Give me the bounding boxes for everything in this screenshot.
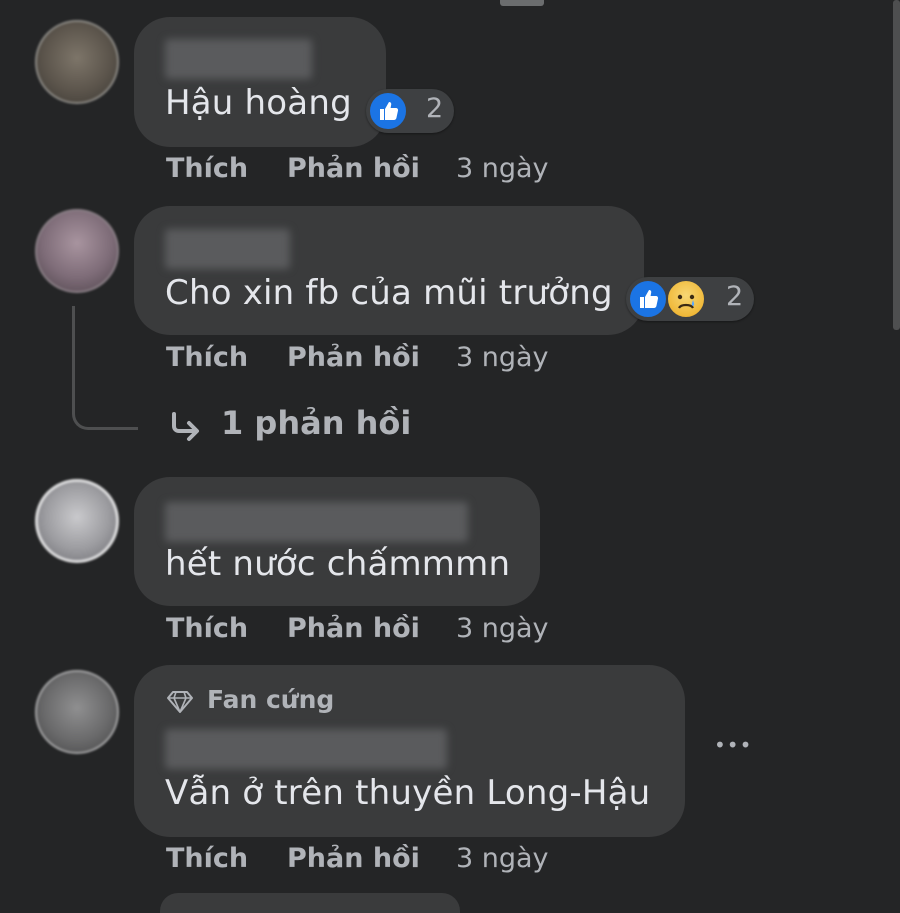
sad-icon: [666, 279, 706, 319]
thread-connector: [72, 306, 138, 430]
avatar[interactable]: [35, 20, 119, 104]
reaction-summary[interactable]: 2: [366, 89, 454, 133]
author-name-blurred[interactable]: [165, 39, 312, 79]
avatar[interactable]: [35, 670, 119, 754]
comment-bubble: hết nước chấmmmn: [134, 477, 540, 606]
timestamp[interactable]: 3 ngày: [456, 153, 549, 184]
comment-bubble: Fan cứng Vẫn ở trên thuyền Long-Hậu: [134, 665, 685, 837]
reply-button[interactable]: Phản hồi: [287, 843, 420, 874]
timestamp[interactable]: 3 ngày: [456, 613, 549, 644]
like-button[interactable]: Thích: [166, 153, 248, 184]
comment-text: hết nước chấmmmn: [165, 544, 511, 584]
replies-count-label: 1 phản hồi: [221, 404, 412, 442]
author-name-blurred[interactable]: [165, 229, 290, 269]
timestamp[interactable]: 3 ngày: [456, 843, 549, 874]
avatar[interactable]: [35, 209, 119, 293]
fan-badge-label[interactable]: Fan cứng: [207, 685, 334, 714]
comment-bubble: Hậu hoàng: [134, 17, 386, 147]
comment-bubble: Cho xin fb của mũi trưởng: [134, 206, 644, 335]
comment-text: Cho xin fb của mũi trưởng: [165, 273, 613, 313]
reaction-summary[interactable]: 2: [626, 277, 754, 321]
like-icon: [628, 279, 668, 319]
like-button[interactable]: Thích: [166, 843, 248, 874]
author-name-blurred[interactable]: [165, 729, 447, 769]
reply-button[interactable]: Phản hồi: [287, 613, 420, 644]
timestamp[interactable]: 3 ngày: [456, 342, 549, 373]
next-comment-bubble: [160, 893, 460, 913]
like-button[interactable]: Thích: [166, 613, 248, 644]
reply-button[interactable]: Phản hồi: [287, 342, 420, 373]
avatar[interactable]: [35, 479, 119, 563]
reply-arrow-icon: [166, 406, 206, 446]
reply-button[interactable]: Phản hồi: [287, 153, 420, 184]
more-icon[interactable]: •••: [714, 733, 752, 757]
scrollbar[interactable]: [893, 0, 900, 330]
comment-text: Vẫn ở trên thuyền Long-Hậu: [165, 773, 651, 813]
top-edge-fragment: [500, 0, 544, 6]
like-icon: [368, 91, 408, 131]
author-name-blurred[interactable]: [165, 502, 468, 542]
comment-text: Hậu hoàng: [165, 83, 352, 123]
like-button[interactable]: Thích: [166, 342, 248, 373]
diamond-icon: [165, 687, 195, 717]
reaction-count: 2: [426, 93, 444, 124]
reaction-count: 2: [726, 281, 744, 312]
